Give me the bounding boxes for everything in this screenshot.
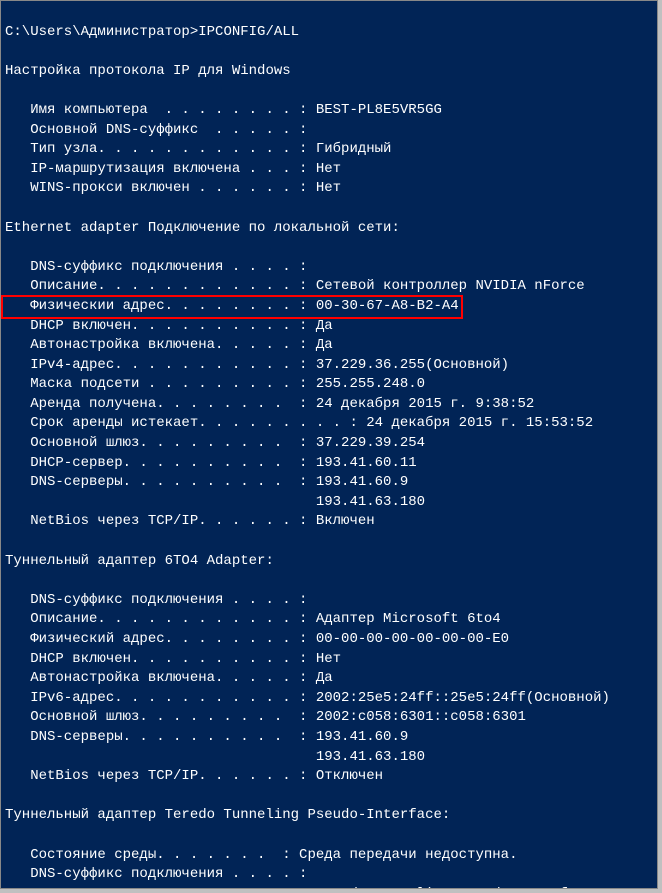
adapter-header: Туннельный адаптер 6TO4 Adapter: — [5, 553, 274, 569]
output-line: 193.41.63.180 — [5, 749, 425, 765]
output-line: Автонастройка включена. . . . . : Да — [5, 337, 333, 353]
output-line: IP-маршрутизация включена . . . : Нет — [5, 161, 341, 177]
output-line: DNS-суффикс подключения . . . . : — [5, 259, 307, 275]
output-line: Описание. . . . . . . . . . . . : Сетево… — [5, 278, 585, 294]
output-line: Аренда получена. . . . . . . . : 24 дека… — [5, 396, 534, 412]
output-line: IPv6-адрес. . . . . . . . . . . : 2002:2… — [5, 690, 610, 706]
prompt: C:\Users\Администратор> — [5, 24, 198, 40]
output-line: Автонастройка включена. . . . . : Да — [5, 670, 333, 686]
output-line: Описание. . . . . . . . . . . . : Адапте… — [5, 611, 501, 627]
output-line: NetBios через TCP/IP. . . . . . : Включе… — [5, 513, 375, 529]
output-line: DHCP-сервер. . . . . . . . . . : 193.41.… — [5, 455, 417, 471]
output-line: DNS-серверы. . . . . . . . . . : 193.41.… — [5, 474, 408, 490]
output-line: Состояние среды. . . . . . . : Среда пер… — [5, 847, 517, 863]
output-line: DNS-суффикс подключения . . . . : — [5, 866, 307, 882]
output-line: WINS-прокси включен . . . . . . : Нет — [5, 180, 341, 196]
output-line: DNS-серверы. . . . . . . . . . : 193.41.… — [5, 729, 408, 745]
output-line: IPv4-адрес. . . . . . . . . . . : 37.229… — [5, 357, 509, 373]
output-line: Основной шлюз. . . . . . . . . : 2002:c0… — [5, 709, 526, 725]
terminal-window[interactable]: C:\Users\Администратор>IPCONFIG/ALL Наст… — [0, 0, 658, 889]
output-line: Физический адрес. . . . . . . . : 00-00-… — [5, 631, 509, 647]
output-line: Физическии адрес. . . . . . . . : 00-30-… — [5, 298, 459, 314]
output-line: Имя компьютера . . . . . . . . : BEST-PL… — [5, 102, 442, 118]
output-line: Описание. . . . . . . . . . . . : Teredo… — [5, 886, 593, 889]
adapter-header: Ethernet adapter Подключение по локально… — [5, 220, 400, 236]
output-line: DHCP включен. . . . . . . . . . : Нет — [5, 651, 341, 667]
command-text: IPCONFIG/ALL — [198, 24, 299, 40]
output-line: NetBios через TCP/IP. . . . . . : Отключ… — [5, 768, 383, 784]
output-line: DNS-суффикс подключения . . . . : — [5, 592, 307, 608]
output-line: Срок аренды истекает. . . . . . . . . : … — [5, 415, 593, 431]
highlighted-mac-address: Физическии адрес. . . . . . . . : 00-30-… — [1, 295, 463, 319]
output-line: Маска подсети . . . . . . . . . : 255.25… — [5, 376, 425, 392]
output-line: Тип узла. . . . . . . . . . . . : Гибрид… — [5, 141, 391, 157]
output-line: DHCP включен. . . . . . . . . . : Да — [5, 318, 333, 334]
section-header: Настройка протокола IP для Windows — [5, 63, 291, 79]
output-line: 193.41.63.180 — [5, 494, 425, 510]
output-line: Основной шлюз. . . . . . . . . : 37.229.… — [5, 435, 425, 451]
adapter-header: Туннельный адаптер Teredo Tunneling Pseu… — [5, 807, 450, 823]
prompt-line: C:\Users\Администратор>IPCONFIG/ALL — [5, 24, 299, 40]
output-line: Основной DNS-суффикс . . . . . : — [5, 122, 307, 138]
